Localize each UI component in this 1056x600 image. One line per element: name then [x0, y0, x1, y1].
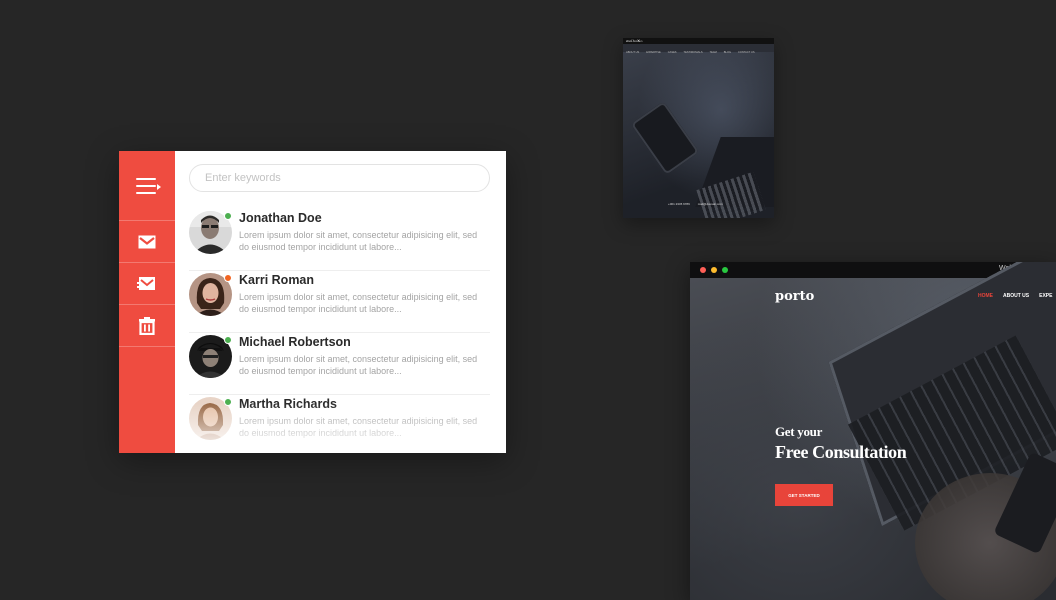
- status-dot: [224, 274, 232, 282]
- phone-shape: [630, 101, 700, 175]
- contact-list: Jonathan Doe Lorem ipsum dolor sit amet,…: [189, 209, 490, 453]
- get-started-button[interactable]: GET STARTED: [775, 484, 833, 506]
- mini-browser-window[interactable]: Web Screen – □ ✕ ABOUT US EXPERTISE CASE…: [623, 38, 774, 218]
- sidebar-menu-button[interactable]: [119, 151, 175, 221]
- status-dot: [224, 336, 232, 344]
- mini-nav: ABOUT US EXPERTISE CASES TESTIMONIALS TE…: [623, 44, 774, 61]
- mail-forward-icon: [137, 276, 155, 290]
- minimize-dot-icon[interactable]: [711, 267, 717, 273]
- nav-expertise[interactable]: EXPE: [1039, 293, 1052, 299]
- large-browser-window[interactable]: Web Screen porto HOME ABOUT US EXPE Get …: [690, 262, 1056, 600]
- mini-nav-item[interactable]: CONTACT US: [738, 51, 755, 54]
- contact-name: Karri Roman: [239, 273, 315, 287]
- mini-phone-text: +001 2345 6789: [668, 202, 690, 206]
- porto-logo[interactable]: porto: [775, 289, 814, 304]
- contact-item[interactable]: Karri Roman Lorem ipsum dolor sit amet, …: [189, 271, 490, 333]
- avatar: [189, 335, 232, 378]
- nav-about[interactable]: ABOUT US: [1003, 293, 1029, 299]
- contact-name: Jonathan Doe: [239, 211, 322, 225]
- avatar: [189, 397, 232, 440]
- mini-footer: +001 2345 6789 mail@domain.com: [668, 202, 723, 206]
- trash-icon: [139, 316, 155, 335]
- contact-name: Martha Richards: [239, 397, 337, 411]
- close-dot-icon[interactable]: [700, 267, 706, 273]
- contact-message: Lorem ipsum dolor sit amet, consectetur …: [239, 354, 478, 376]
- contact-item[interactable]: Jonathan Doe Lorem ipsum dolor sit amet,…: [189, 209, 490, 271]
- site-nav: HOME ABOUT US EXPE: [978, 293, 1052, 299]
- hero-background: [690, 262, 1056, 600]
- sidebar-item-inbox[interactable]: [119, 221, 175, 263]
- mini-nav-item[interactable]: TEAM: [710, 51, 717, 54]
- contact-name: Michael Robertson: [239, 335, 351, 349]
- window-controls-icon[interactable]: – □ ✕: [626, 38, 771, 43]
- avatar: [189, 273, 232, 316]
- sidebar-item-trash[interactable]: [119, 305, 175, 347]
- avatar: [189, 211, 232, 254]
- contact-item[interactable]: Martha Richards Lorem ipsum dolor sit am…: [189, 395, 490, 453]
- contact-item[interactable]: Michael Robertson Lorem ipsum dolor sit …: [189, 333, 490, 395]
- chat-widget: Jonathan Doe Lorem ipsum dolor sit amet,…: [119, 151, 506, 453]
- maximize-dot-icon[interactable]: [722, 267, 728, 273]
- sidebar: [119, 151, 175, 453]
- mini-email-text: mail@domain.com: [697, 202, 723, 206]
- nav-home[interactable]: HOME: [978, 293, 993, 299]
- status-dot: [224, 212, 232, 220]
- mini-nav-item[interactable]: BLOG: [724, 51, 731, 54]
- hero-photo: [623, 52, 774, 218]
- sidebar-item-forward[interactable]: [119, 263, 175, 305]
- hero-subheading: Get your: [775, 424, 823, 439]
- mail-icon: [138, 235, 156, 248]
- contact-message: Lorem ipsum dolor sit amet, consectetur …: [239, 416, 478, 438]
- status-dot: [224, 398, 232, 406]
- search-input[interactable]: [189, 164, 490, 192]
- mini-nav-item[interactable]: ABOUT US: [626, 51, 639, 54]
- mini-nav-item[interactable]: EXPERTISE: [646, 51, 661, 54]
- contact-message: Lorem ipsum dolor sit amet, consectetur …: [239, 292, 478, 314]
- chat-content: Jonathan Doe Lorem ipsum dolor sit amet,…: [175, 151, 506, 453]
- mini-nav-item[interactable]: TESTIMONIALS: [684, 51, 703, 54]
- mini-nav-item[interactable]: CASES: [668, 51, 677, 54]
- contact-message: Lorem ipsum dolor sit amet, consectetur …: [239, 230, 478, 252]
- hamburger-menu-icon: [136, 177, 161, 194]
- hero-heading: Free Consultation: [775, 442, 907, 462]
